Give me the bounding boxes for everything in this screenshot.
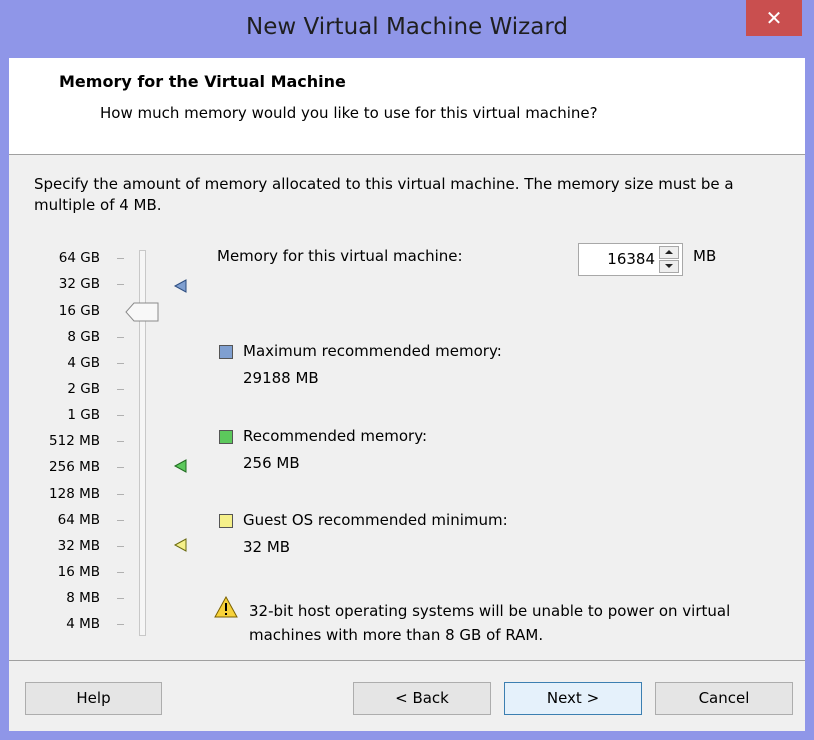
next-button[interactable]: Next > — [504, 682, 642, 715]
scale-tick — [117, 520, 124, 521]
scale-tick — [117, 389, 124, 390]
description-text: Specify the amount of memory allocated t… — [34, 175, 734, 214]
scale-label: 16 MB — [57, 564, 100, 580]
recommended-marker-icon — [173, 459, 187, 473]
scale-label: 256 MB — [49, 459, 100, 475]
page-title: Memory for the Virtual Machine — [59, 72, 346, 91]
minimum-label: Guest OS recommended minimum: — [243, 511, 508, 529]
scale-label: 4 GB — [67, 355, 100, 371]
scale-tick — [117, 546, 124, 547]
cancel-button[interactable]: Cancel — [655, 682, 793, 715]
memory-label: Memory for this virtual machine: — [217, 247, 463, 265]
scale-label: 512 MB — [49, 433, 100, 449]
recommended-value: 256 MB — [243, 454, 300, 472]
scale-label: 32 MB — [57, 538, 100, 554]
scale-tick — [117, 624, 124, 625]
scale-label: 16 GB — [58, 303, 100, 319]
memory-unit: MB — [693, 247, 717, 265]
recommended-label: Recommended memory: — [243, 427, 428, 445]
scale-label: 1 GB — [67, 407, 100, 423]
scale-tick — [117, 363, 124, 364]
warning-text: 32-bit host operating systems will be un… — [249, 602, 731, 644]
scale-label: 128 MB — [49, 486, 100, 502]
scale-label: 2 GB — [67, 381, 100, 397]
spin-down-button[interactable] — [659, 260, 679, 273]
help-button[interactable]: Help — [25, 682, 162, 715]
minimum-swatch — [219, 514, 233, 528]
minimum-value: 32 MB — [243, 538, 291, 556]
scale-label: 64 MB — [57, 512, 100, 528]
minimum-marker-icon — [173, 538, 187, 552]
memory-slider-thumb[interactable] — [125, 302, 159, 322]
scale-tick — [117, 572, 124, 573]
scale-tick — [117, 415, 124, 416]
max-recommended-label: Maximum recommended memory: — [243, 342, 502, 360]
scale-tick — [117, 598, 124, 599]
scale-label: 8 GB — [67, 329, 100, 345]
memory-input[interactable] — [583, 250, 655, 268]
memory-spinbox[interactable] — [578, 243, 683, 276]
scale-tick — [117, 284, 124, 285]
dialog-body: Memory for the Virtual Machine How much … — [9, 58, 805, 731]
footer-divider — [9, 660, 805, 661]
window-title: New Virtual Machine Wizard — [246, 14, 568, 40]
scale-tick — [117, 467, 124, 468]
max-recommended-swatch — [219, 345, 233, 359]
spin-up-button[interactable] — [659, 246, 679, 259]
warning-icon — [214, 596, 238, 618]
scale-tick — [117, 441, 124, 442]
scale-label: 4 MB — [66, 616, 100, 632]
close-button[interactable]: ✕ — [746, 0, 802, 36]
scale-tick — [117, 337, 124, 338]
scale-label: 32 GB — [58, 276, 100, 292]
wizard-header: Memory for the Virtual Machine How much … — [9, 58, 805, 155]
close-icon: ✕ — [765, 6, 783, 30]
scale-label: 64 GB — [58, 250, 100, 266]
scale-label: 8 MB — [66, 590, 100, 606]
scale-tick — [117, 258, 124, 259]
recommended-swatch — [219, 430, 233, 444]
max-recommended-value: 29188 MB — [243, 369, 319, 387]
wizard-window: New Virtual Machine Wizard ✕ Memory for … — [0, 0, 814, 740]
max-recommended-marker-icon — [173, 279, 187, 293]
scale-tick — [117, 494, 124, 495]
title-bar: New Virtual Machine Wizard ✕ — [0, 0, 814, 58]
page-subtitle: How much memory would you like to use fo… — [100, 104, 598, 122]
back-button[interactable]: < Back — [353, 682, 491, 715]
